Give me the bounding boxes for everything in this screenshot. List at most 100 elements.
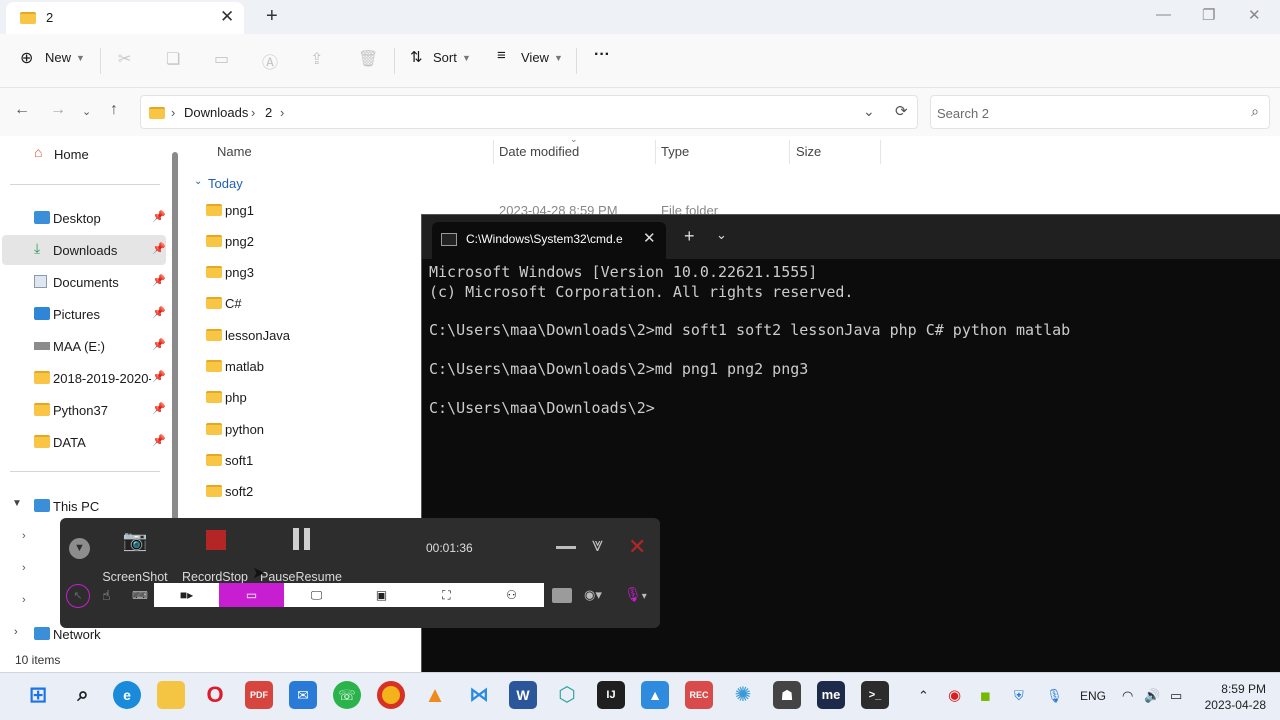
chevron-down-icon[interactable]: ▼ (12, 498, 22, 509)
microphone-icon[interactable]: 🎙▾ (624, 586, 647, 603)
new-terminal-tab-button[interactable]: + (684, 226, 695, 247)
chevron-right-icon[interactable]: › (22, 562, 26, 574)
close-tab-icon[interactable]: ✕ (643, 229, 656, 247)
sidebar-item-documents[interactable]: Documents 📌 (2, 267, 166, 297)
window-mode-button[interactable]: ▣ (349, 583, 414, 607)
nvidia-icon[interactable]: ◼ (980, 688, 991, 704)
paste-icon[interactable]: ▭ (214, 49, 229, 69)
new-tab-button[interactable]: + (266, 5, 278, 28)
minimize-icon[interactable]: — (1156, 6, 1171, 23)
me-app-icon[interactable]: me (817, 681, 845, 709)
volume-icon[interactable]: 🔊 (1144, 688, 1160, 704)
screenshot-button[interactable]: 📷 ScreenShot (102, 528, 167, 584)
breadcrumb-2[interactable]: 2 (265, 105, 272, 120)
close-window-icon[interactable]: ✕ (1248, 6, 1261, 24)
sidebar-item-2018-folder[interactable]: 2018-2019-2020-2 📌 (2, 363, 166, 393)
cursor-icon[interactable]: ↖ (66, 584, 90, 608)
globe-app-icon[interactable]: ✺ (729, 681, 757, 709)
security-icon[interactable]: ⛨ (1014, 688, 1024, 704)
chevron-right-icon[interactable]: › (22, 594, 26, 606)
pdf-icon[interactable]: PDF (245, 681, 273, 709)
sidebar-item-downloads[interactable]: ⤓ Downloads 📌 (2, 235, 166, 265)
whatsapp-icon[interactable]: ☏ (333, 681, 361, 709)
avatar-app-icon[interactable]: ☗ (773, 681, 801, 709)
jetbrains-icon[interactable]: IJ (597, 681, 625, 709)
sidebar-item-pictures[interactable]: Pictures 📌 (2, 299, 166, 329)
keyboard-icon[interactable]: ⌨ (132, 589, 148, 602)
cut-icon[interactable]: ✂ (118, 49, 131, 69)
folder-icon[interactable] (552, 588, 572, 603)
share-icon[interactable]: ⇪ (310, 49, 323, 69)
maximize-icon[interactable]: ❐ (1202, 6, 1215, 24)
address-bar[interactable]: › Downloads › 2 › ⌄ ⟳ (140, 95, 918, 129)
vscode-icon[interactable]: ⋈ (465, 681, 493, 709)
recorder-app-icon[interactable]: REC (685, 681, 713, 709)
vlc-icon[interactable]: ▲ (421, 681, 449, 709)
chevron-right-icon[interactable]: › (22, 530, 26, 542)
copy-icon[interactable]: ❏ (166, 49, 180, 69)
region-mode-button[interactable]: ▭ (219, 583, 284, 607)
up-icon[interactable]: ↑ (110, 101, 118, 119)
sort-button[interactable]: Sort (433, 50, 457, 65)
close-icon[interactable]: ✕ (628, 534, 646, 560)
column-header-type[interactable]: Type (661, 144, 689, 159)
sidebar-item-drive-e[interactable]: MAA (E:) 📌 (2, 331, 166, 361)
word-icon[interactable]: W (509, 681, 537, 709)
column-header-size[interactable]: Size (796, 144, 821, 159)
terminal-prompt[interactable]: C:\Users\maa\Downloads\2> (429, 399, 655, 417)
language-indicator[interactable]: ENG (1080, 689, 1106, 703)
recent-chevron-icon[interactable]: ⌄ (82, 105, 91, 118)
back-icon[interactable]: ← (14, 101, 30, 119)
chrome-icon[interactable] (377, 681, 405, 709)
game-mode-button[interactable]: ⚇ (479, 583, 544, 607)
record-tray-icon[interactable]: ◉ (948, 686, 961, 704)
breadcrumb-downloads[interactable]: Downloads (184, 105, 248, 120)
edge-icon[interactable]: e (113, 681, 141, 709)
terminal-dropdown-icon[interactable]: ⌄ (716, 227, 727, 243)
minimize-icon[interactable] (556, 546, 576, 549)
address-dropdown-icon[interactable]: ⌄ (863, 103, 875, 120)
new-button[interactable]: New (45, 50, 71, 65)
explorer-tab[interactable]: 2 ✕ (6, 2, 244, 34)
collapse-icon[interactable]: ▼ (69, 538, 90, 559)
search-input[interactable]: Search 2 (937, 106, 989, 121)
file-explorer-icon[interactable] (157, 681, 185, 709)
system-clock[interactable]: 8:59 PM 2023-04-28 (1200, 681, 1266, 713)
hand-icon[interactable]: ☝ (102, 587, 111, 604)
webcam-mode-button[interactable]: ■▸ (154, 583, 219, 607)
terminal-tab[interactable]: C:\Windows\System32\cmd.e ✕ (432, 222, 666, 259)
hexagon-app-icon[interactable]: ⬡ (553, 681, 581, 709)
photos-icon[interactable]: ▲ (641, 681, 669, 709)
search-icon[interactable]: ⌕ (69, 681, 97, 709)
sidebar-item-data[interactable]: DATA 📌 (2, 427, 166, 457)
wifi-icon[interactable]: ◠ (1122, 688, 1133, 704)
refresh-icon[interactable]: ⟳ (895, 102, 908, 120)
chevron-right-icon[interactable]: › (14, 626, 18, 638)
sidebar-item-home[interactable]: ⌂ Home (2, 139, 166, 169)
monitor-mode-button[interactable]: 🖵 (284, 583, 349, 607)
forward-icon[interactable]: → (50, 101, 66, 119)
column-header-date[interactable]: Date modified (499, 144, 579, 159)
opera-icon[interactable]: O (201, 681, 229, 709)
group-collapse-icon[interactable]: ⌄ (194, 176, 202, 187)
delete-icon[interactable]: 🗑 (358, 49, 378, 69)
terminal-taskbar-icon[interactable]: >_ (861, 681, 889, 709)
battery-icon[interactable]: ▭ (1170, 688, 1182, 704)
start-icon[interactable]: ⊞ (24, 681, 52, 709)
view-button[interactable]: View (521, 50, 549, 65)
more-options-button[interactable]: ··· (594, 46, 610, 64)
close-tab-icon[interactable]: ✕ (220, 7, 234, 27)
sidebar-scrollbar[interactable] (172, 152, 178, 522)
microphone-tray-icon[interactable]: 🎙 (1046, 688, 1063, 704)
double-chevron-down-icon[interactable]: ⩔ (592, 534, 603, 557)
column-header-name[interactable]: Name (217, 144, 252, 159)
fullscreen-mode-button[interactable]: ⛶ (414, 583, 479, 607)
mail-icon[interactable]: ✉ (289, 681, 317, 709)
sidebar-item-desktop[interactable]: Desktop 📌 (2, 203, 166, 233)
webcam-icon[interactable]: ◉▾ (584, 587, 602, 603)
sidebar-item-this-pc[interactable]: ▼ This PC (2, 491, 166, 521)
sidebar-item-python37[interactable]: Python37 📌 (2, 395, 166, 425)
search-box[interactable]: Search 2 ⌕ (930, 95, 1270, 129)
rename-icon[interactable]: Ⓐ (262, 49, 278, 73)
show-hidden-icons[interactable]: ⌃ (918, 688, 929, 704)
